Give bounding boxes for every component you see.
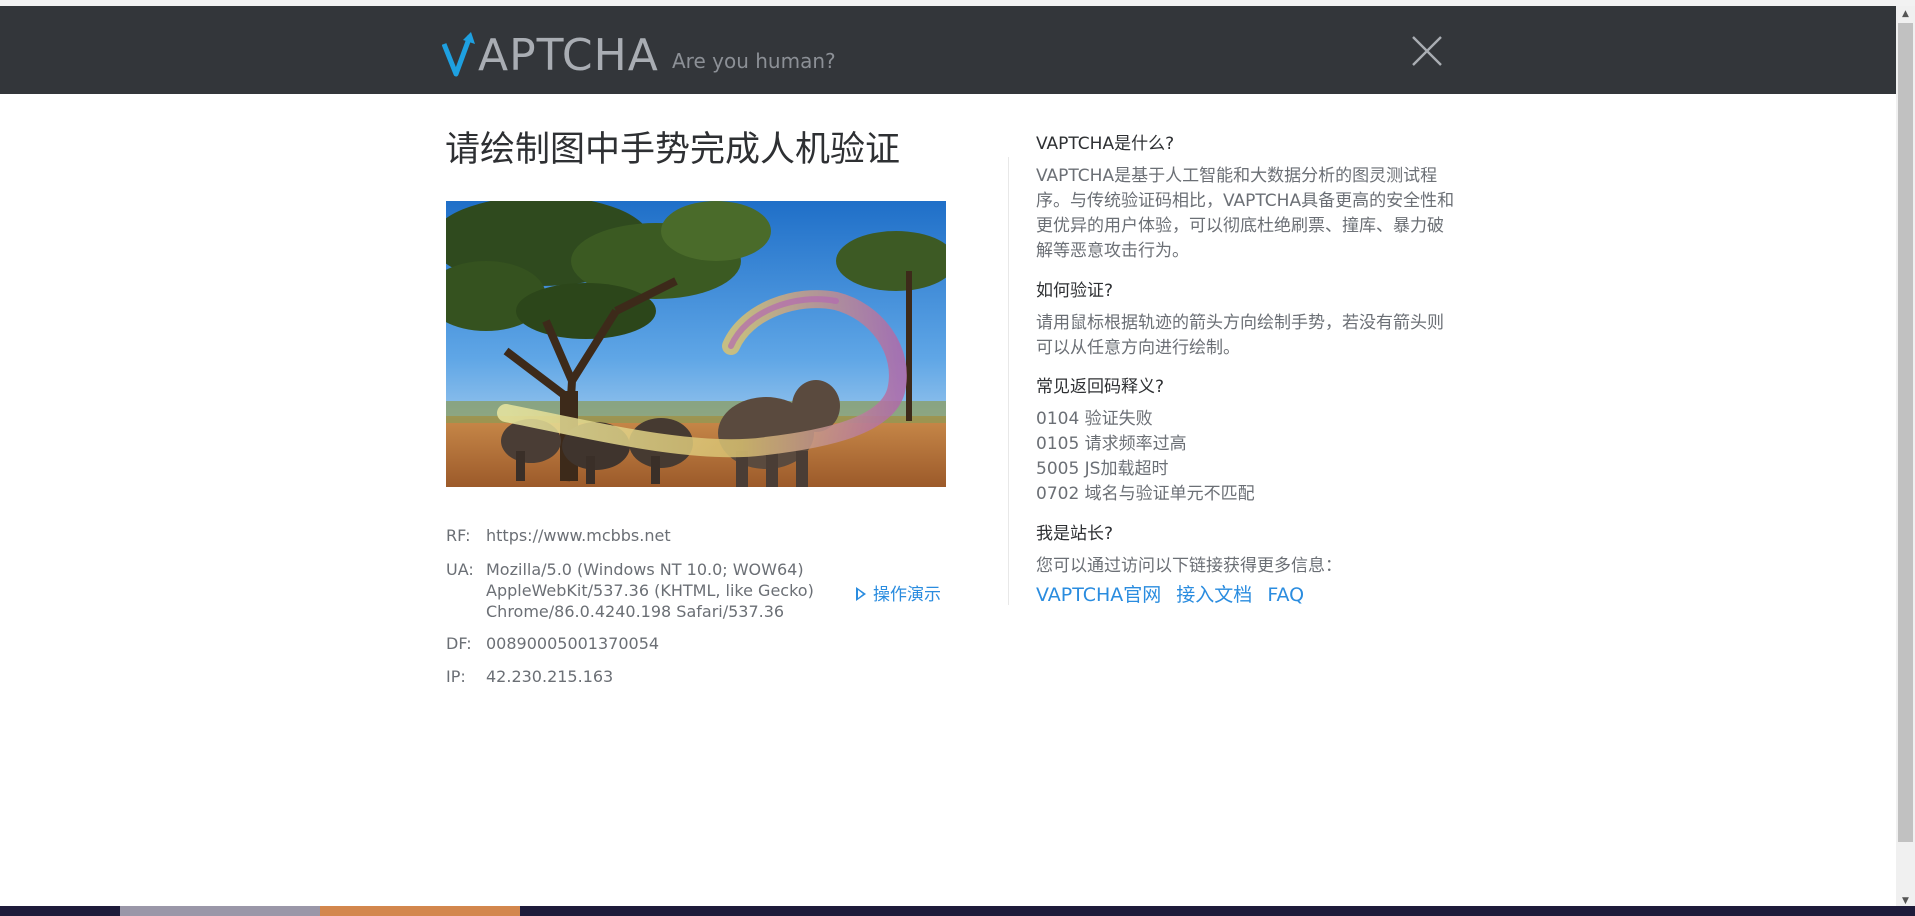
vaptcha-header: APTCHA Are you human? <box>0 6 1896 94</box>
vaptcha-logo-mark-icon <box>442 32 475 77</box>
faq-section-what: VAPTCHA是什么? VAPTCHA是基于人工智能和大数据分析的图灵测试程序。… <box>1036 132 1456 264</box>
faq-heading-how: 如何验证? <box>1036 281 1114 301</box>
info-key: RF: <box>446 526 471 545</box>
info-key: UA: <box>446 560 474 579</box>
taskbar-item[interactable] <box>320 906 520 916</box>
page-title: 请绘制图中手势完成人机验证 <box>445 130 901 170</box>
taskbar-strip <box>0 906 1915 916</box>
scroll-thumb[interactable] <box>1898 23 1913 842</box>
demo-link[interactable]: 操作演示 <box>856 584 941 606</box>
info-row-ip: IP: 42.230.215.163 <box>446 666 966 688</box>
faq-heading-codes: 常见返回码释义? <box>1036 377 1165 397</box>
faq-answer-what: VAPTCHA是基于人工智能和大数据分析的图灵测试程序。与传统验证码相比，VAP… <box>1036 166 1455 261</box>
info-key: DF: <box>446 634 472 653</box>
logo-wordmark: APTCHA <box>478 30 659 81</box>
info-value: Mozilla/5.0 (Windows NT 10.0; WOW64) App… <box>486 560 814 621</box>
return-code-list: 0104 验证失败 0105 请求频率过高 5005 JS加载超时 0702 域… <box>1036 407 1456 507</box>
faq-answer-how: 请用鼠标根据轨迹的箭头方向绘制手势，若没有箭头则可以从任意方向进行绘制。 <box>1036 313 1444 358</box>
close-button[interactable] <box>1410 34 1444 68</box>
scroll-up-arrow-icon[interactable]: ▲ <box>1896 6 1915 23</box>
faq-section-how: 如何验证? 请用鼠标根据轨迹的箭头方向绘制手势，若没有箭头则可以从任意方向进行绘… <box>1036 279 1456 361</box>
page-scrollbar[interactable]: ▲ ▼ <box>1896 6 1915 910</box>
link-official-site[interactable]: VAPTCHA官网 <box>1036 584 1161 606</box>
play-triangle-icon <box>856 587 866 601</box>
header-tagline: Are you human? <box>672 49 836 73</box>
faq-answer-admin: 您可以通过访问以下链接获得更多信息： <box>1036 556 1342 576</box>
link-faq[interactable]: FAQ <box>1267 584 1304 606</box>
info-value: 42.230.215.163 <box>486 667 614 686</box>
taskbar-item[interactable] <box>120 906 320 916</box>
resource-links: VAPTCHA官网 接入文档 FAQ <box>1036 580 1456 607</box>
column-divider <box>1008 157 1009 605</box>
close-icon <box>1412 36 1442 66</box>
return-code-item: 0702 域名与验证单元不匹配 <box>1036 484 1255 504</box>
demo-link-label: 操作演示 <box>873 585 941 605</box>
info-value: 00890005001370054 <box>486 634 660 653</box>
return-code-item: 5005 JS加载超时 <box>1036 459 1169 479</box>
return-code-item: 0104 验证失败 <box>1036 409 1153 429</box>
info-key: IP: <box>446 667 466 686</box>
faq-heading-what: VAPTCHA是什么? <box>1036 134 1175 154</box>
captcha-drawing-canvas[interactable] <box>446 201 946 487</box>
link-docs[interactable]: 接入文档 <box>1176 584 1252 606</box>
info-row-df: DF: 00890005001370054 <box>446 633 966 655</box>
return-code-item: 0105 请求频率过高 <box>1036 434 1187 454</box>
info-value: https://www.mcbbs.net <box>486 526 671 545</box>
faq-section-admin: 我是站长? 您可以通过访问以下链接获得更多信息： VAPTCHA官网 接入文档 FA… <box>1036 522 1456 607</box>
faq-section-codes: 常见返回码释义? 0104 验证失败 0105 请求频率过高 5005 JS加载… <box>1036 375 1456 507</box>
captcha-scene-image <box>446 201 946 487</box>
vaptcha-logo: APTCHA <box>442 28 659 78</box>
faq-heading-admin: 我是站长? <box>1036 524 1114 544</box>
info-row-rf: RF: https://www.mcbbs.net <box>446 525 966 547</box>
